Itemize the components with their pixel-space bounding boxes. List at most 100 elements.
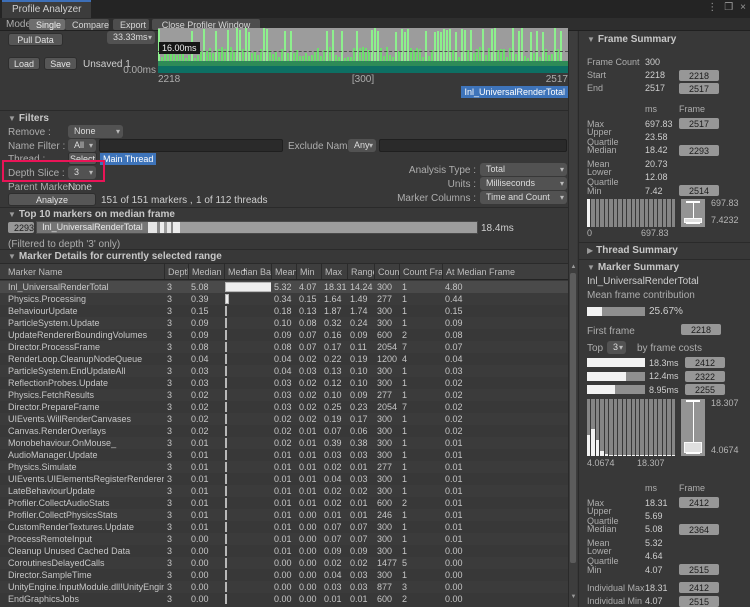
cost-bar [587,372,645,381]
table-cell: 0.13 [296,305,321,317]
table-row[interactable]: AudioManager.Update30.010.010.010.030.03… [0,449,568,461]
thread-summary-header[interactable]: ▶Thread Summary [587,245,678,256]
table-row[interactable]: ReflectionProbes.Update30.030.030.020.12… [0,377,568,389]
median-bar-cell [224,593,271,605]
col-count[interactable]: Count [374,264,399,279]
table-row[interactable]: ParticleSystem.EndUpdateAll30.030.040.03… [0,365,568,377]
table-row[interactable]: ParticleSystem.Update30.090.100.080.320.… [0,317,568,329]
top10-marker-bar[interactable]: Inl_UniversalRenderTotal [36,221,478,234]
table-row[interactable]: Inl_UniversalRenderTotal35.085.324.0718.… [0,281,568,293]
frame-link-button[interactable]: 2412 [679,497,719,508]
export-button[interactable]: Export [113,19,149,30]
frame-link-button[interactable]: 2514 [679,185,719,196]
top10-header[interactable]: ▼Top 10 markers on median frame [8,209,175,220]
marker-details-header[interactable]: ▼Marker Details for currently selected r… [8,251,222,262]
table-row[interactable]: UIEvents.WillRenderCanvases30.020.020.02… [0,413,568,425]
marker-histogram[interactable] [587,399,675,456]
table-row[interactable]: RenderLoop.CleanupNodeQueue30.040.040.02… [0,353,568,365]
frame-link-button[interactable]: 2412 [685,357,725,368]
scrollbar-thumb[interactable] [570,273,576,563]
exclude-mode-dropdown[interactable]: Any ▾ [348,139,376,152]
chart-selected-marker-label[interactable]: Inl_UniversalRenderTotal [461,86,568,98]
table-row[interactable]: Profiler.CollectAudioStats30.010.010.010… [0,497,568,509]
frame-histogram[interactable] [587,199,675,227]
table-cell: 1 [399,509,442,521]
scroll-up-icon[interactable]: ▲ [569,264,578,270]
filters-header[interactable]: ▼Filters [8,113,49,124]
pull-data-button[interactable]: Pull Data [8,33,63,46]
units-dropdown[interactable]: Milliseconds ▾ [480,177,567,190]
marker-summary-header[interactable]: ▼Marker Summary [587,262,679,273]
maximize-icon[interactable]: ❒ [724,2,733,13]
frame-link-button[interactable]: 2412 [679,582,719,593]
frame-link-button[interactable]: 2515 [679,564,719,575]
save-button[interactable]: Save [44,57,77,70]
remove-dropdown[interactable]: None ▾ [68,125,123,138]
table-row[interactable]: UnityEngine.InputModule.dll!UnityEngineI… [0,581,568,593]
scroll-down-icon[interactable]: ▼ [569,594,578,600]
depth-slice-dropdown[interactable]: 3 ▾ [68,166,96,179]
col-mean[interactable]: Mean [271,264,296,279]
table-row[interactable]: CoroutinesDelayedCalls30.000.000.000.020… [0,557,568,569]
load-button[interactable]: Load [8,57,40,70]
table-row[interactable]: Director.SampleTime30.000.000.000.040.03… [0,569,568,581]
table-cell: 0.15 [188,305,224,317]
frame-link-button[interactable]: 2517 [679,83,719,94]
table-row[interactable]: Profiler.CollectPhysicsStats30.010.010.0… [0,509,568,521]
table-row[interactable]: Physics.FetchResults30.020.030.020.100.0… [0,389,568,401]
frame-link-button[interactable]: 2517 [679,118,719,129]
table-row[interactable]: UpdateRendererBoundingVolumes30.090.090.… [0,329,568,341]
table-row[interactable]: BehaviourUpdate30.150.180.131.871.743001… [0,305,568,317]
table-row[interactable]: EndGraphicsJobs30.000.000.000.010.016002… [0,593,568,605]
table-row[interactable]: Director.ProcessFrame30.080.080.070.170.… [0,341,568,353]
analyze-button[interactable]: Analyze [8,193,96,206]
table-row[interactable]: Physics.Simulate30.010.010.010.020.01277… [0,461,568,473]
table-row[interactable]: Monobehaviour.OnMouse_30.010.020.010.390… [0,437,568,449]
col-range[interactable]: Range [347,264,374,279]
name-filter-mode-dropdown[interactable]: All ▾ [68,139,96,152]
close-icon[interactable]: × [740,2,746,13]
table-row[interactable]: CustomRenderTextures.Update30.010.010.00… [0,521,568,533]
mode-compare-button[interactable]: Compare [65,19,109,30]
median-bar-cell [224,533,271,545]
table-cell: 0.01 [321,509,347,521]
name-filter-input[interactable] [99,139,283,152]
col-at-median-frame[interactable]: At Median Frame [442,264,536,279]
vertical-scrollbar[interactable]: ▲ ▼ [568,31,577,607]
frame-link-button[interactable]: 2364 [679,524,719,535]
frame-link-button[interactable]: 2322 [685,371,725,382]
col-marker-name[interactable]: Marker Name [0,264,164,279]
tab-profile-analyzer[interactable]: Profile Analyzer [2,0,91,18]
table-row[interactable]: Physics.Processing30.390.340.151.641.492… [0,293,568,305]
median-bar-cell [224,341,271,353]
first-frame-button[interactable]: 2218 [681,324,721,335]
frame-link-button[interactable]: 2293 [679,145,719,156]
mode-single-button[interactable]: Single [29,19,65,30]
thread-select-button[interactable]: Select [68,152,97,165]
analysis-type-dropdown[interactable]: Total ▾ [480,163,567,176]
frame-time-chart[interactable]: 16.00ms [158,28,568,73]
top-n-dropdown[interactable]: 3 ▾ [607,341,626,354]
col-median-bar[interactable]: ▴Median Bar [224,264,271,279]
frame-summary-header[interactable]: ▼Frame Summary [587,34,676,45]
col-median[interactable]: Median [188,264,224,279]
col-count-frame[interactable]: Count Frame [399,264,442,279]
frame-link-button[interactable]: 2515 [679,596,719,607]
table-row[interactable]: ProcessRemoteInput30.000.010.000.070.073… [0,533,568,545]
frame-range-dropdown[interactable]: 33.33ms ▾ [107,31,155,44]
kebab-menu-icon[interactable]: ⋮ [707,2,717,13]
table-row[interactable]: Director.PrepareFrame30.020.030.020.250.… [0,401,568,413]
top10-frame-button[interactable]: 2293 [8,222,34,233]
frame-link-button[interactable]: 2218 [679,70,719,81]
table-row[interactable]: Canvas.RenderOverlays30.020.020.010.070.… [0,425,568,437]
exclude-names-input[interactable] [379,139,567,152]
col-depth[interactable]: Depth [164,264,188,279]
frame-link-button[interactable]: 2255 [685,384,725,395]
marker-columns-dropdown[interactable]: Time and Count ▾ [480,191,567,204]
table-row[interactable]: Cleanup Unused Cached Data30.000.010.000… [0,545,568,557]
table-row[interactable]: UIEvents.UIElementsRegisterRenderers30.0… [0,473,568,485]
table-row[interactable]: LateBehaviourUpdate30.010.010.010.020.02… [0,485,568,497]
col-max[interactable]: Max [321,264,347,279]
thread-value[interactable]: Main Thread [100,153,156,165]
col-min[interactable]: Min [296,264,321,279]
